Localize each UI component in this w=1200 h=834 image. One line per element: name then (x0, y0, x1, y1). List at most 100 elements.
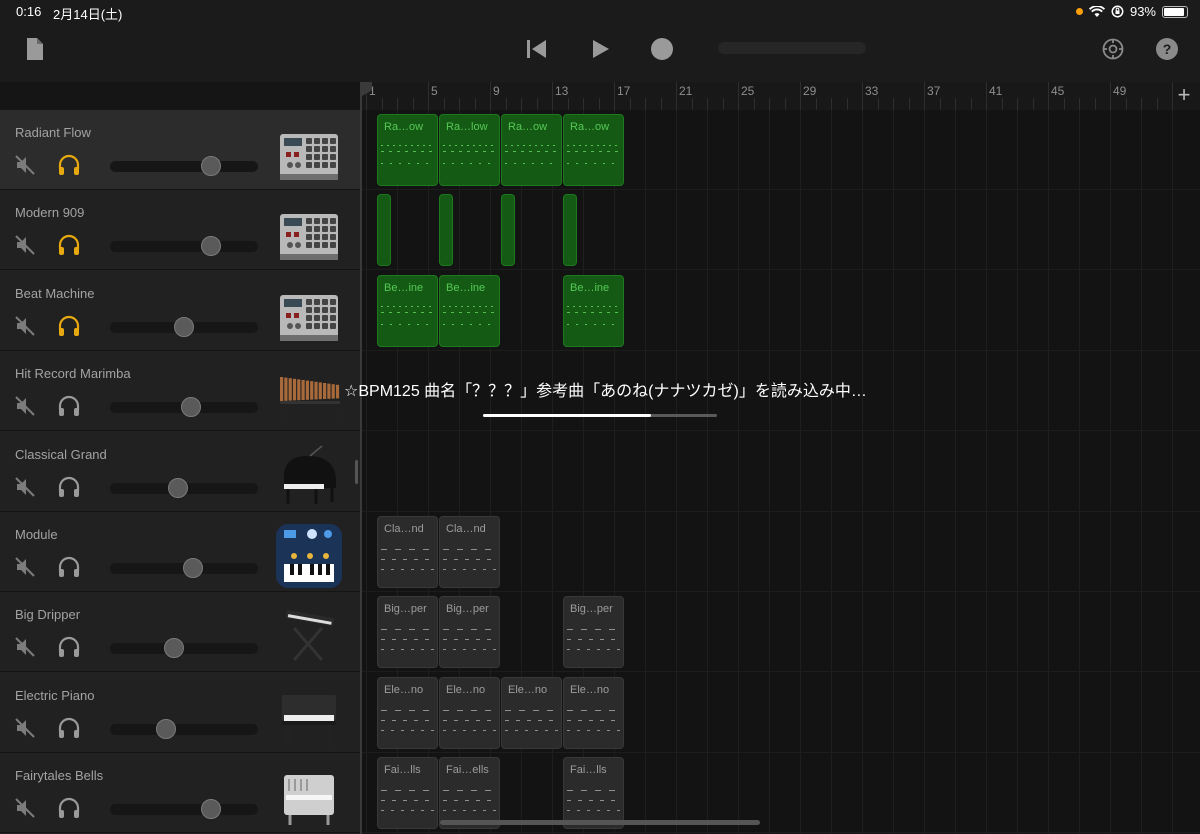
midi-region[interactable]: Ele…no (377, 676, 438, 749)
solo-headphones-icon[interactable] (57, 555, 81, 579)
playhead-position-track[interactable] (718, 42, 866, 54)
midi-region[interactable]: Be…ine (563, 274, 624, 347)
track-header[interactable]: Classical Grand (0, 431, 360, 512)
volume-slider[interactable] (110, 718, 258, 739)
track-header[interactable]: Modern 909 (0, 190, 360, 271)
ruler-bar-label: 29 (803, 84, 817, 98)
track-header[interactable]: Radiant Flow (0, 110, 360, 190)
midi-region[interactable]: Ra…low (439, 114, 500, 186)
add-track-button[interactable]: + (1172, 84, 1196, 108)
track-header[interactable]: Fairytales Bells (0, 753, 360, 834)
solo-headphones-icon[interactable] (57, 314, 81, 338)
region-label: Ra…low (446, 121, 488, 133)
track-lane[interactable]: Cla…nd Cla…nd (362, 512, 1200, 592)
track-header[interactable]: Module (0, 512, 360, 592)
solo-headphones-icon[interactable] (57, 394, 81, 418)
midi-region[interactable]: Be…ine (377, 274, 438, 347)
volume-slider[interactable] (110, 316, 258, 337)
electric-piano-icon[interactable] (276, 685, 342, 749)
mute-speaker-icon[interactable] (14, 556, 36, 578)
arrangement-area[interactable]: Ra…ow Ra…low Ra…ow Ra…ow Be…ine Be…ine Be…ine C… (362, 110, 1200, 834)
track-header[interactable]: Big Dripper (0, 592, 360, 673)
track-lane[interactable]: Ele…no Ele…no Ele…no Ele…no (362, 673, 1200, 753)
volume-slider-knob[interactable] (163, 638, 184, 659)
mute-speaker-icon[interactable] (14, 797, 36, 819)
track-lane[interactable]: Ra…ow Ra…low Ra…ow Ra…ow (362, 110, 1200, 190)
panel-resize-handle[interactable] (355, 460, 358, 484)
volume-slider[interactable] (110, 156, 258, 176)
play-icon[interactable] (590, 38, 612, 60)
midi-region[interactable]: Fai…ells (439, 757, 500, 830)
volume-slider[interactable] (110, 638, 258, 659)
midi-region[interactable]: Ele…no (501, 676, 562, 749)
rewind-icon[interactable] (525, 38, 549, 60)
mute-speaker-icon[interactable] (14, 234, 36, 256)
midi-region[interactable]: Ele…no (563, 676, 624, 749)
midi-region[interactable]: Ele…no (439, 676, 500, 749)
mute-speaker-icon[interactable] (14, 636, 36, 658)
solo-headphones-icon[interactable] (57, 475, 81, 499)
timeline-ruler[interactable]: 1 5 9 13 17 21 25 29 33 37 41 45 49 (362, 82, 1200, 111)
midi-region[interactable]: Ra…ow (377, 114, 438, 186)
volume-slider-knob[interactable] (156, 718, 177, 739)
midi-region[interactable]: Cla…nd (439, 516, 500, 588)
volume-slider[interactable] (110, 397, 258, 418)
midi-region[interactable] (377, 194, 391, 267)
mute-speaker-icon[interactable] (14, 154, 36, 176)
track-header[interactable]: Beat Machine (0, 270, 360, 351)
help-icon[interactable]: ? (1155, 37, 1179, 61)
volume-slider-knob[interactable] (168, 477, 189, 498)
midi-region[interactable]: Be…ine (439, 274, 500, 347)
keyboard-stand-icon[interactable] (276, 604, 342, 668)
midi-region[interactable]: Big…per (439, 596, 500, 669)
midi-region[interactable]: Fai…lls (377, 757, 438, 830)
celesta-icon[interactable] (276, 765, 342, 829)
midi-region[interactable] (439, 194, 453, 267)
volume-slider-knob[interactable] (200, 236, 221, 257)
solo-headphones-icon[interactable] (57, 233, 81, 257)
solo-headphones-icon[interactable] (57, 796, 81, 820)
solo-headphones-icon[interactable] (57, 153, 81, 177)
drum-machine-icon[interactable] (276, 202, 342, 266)
record-icon[interactable] (650, 37, 674, 61)
volume-slider-knob[interactable] (200, 156, 221, 176)
track-header[interactable]: Hit Record Marimba (0, 351, 360, 432)
track-lane[interactable]: Be…ine Be…ine Be…ine (362, 271, 1200, 351)
volume-slider-knob[interactable] (182, 558, 203, 578)
midi-region[interactable]: Cla…nd (377, 516, 438, 588)
solo-headphones-icon[interactable] (57, 635, 81, 659)
settings-gear-icon[interactable] (1101, 37, 1125, 61)
solo-headphones-icon[interactable] (57, 716, 81, 740)
volume-slider-knob[interactable] (200, 799, 221, 820)
battery-percentage: 93% (1129, 4, 1156, 19)
mute-speaker-icon[interactable] (14, 395, 36, 417)
drum-machine-icon[interactable] (276, 122, 342, 186)
marimba-icon[interactable] (276, 363, 342, 427)
track-header[interactable]: Electric Piano (0, 672, 360, 753)
track-lane[interactable]: Big…per Big…per Big…per (362, 592, 1200, 673)
volume-slider[interactable] (110, 477, 258, 498)
horizontal-scrollbar[interactable] (440, 820, 760, 825)
grand-piano-icon[interactable] (276, 444, 342, 508)
midi-region[interactable]: Big…per (377, 596, 438, 669)
mute-speaker-icon[interactable] (14, 717, 36, 739)
midi-region[interactable] (501, 194, 515, 267)
document-icon[interactable] (25, 37, 45, 61)
midi-region[interactable] (563, 194, 577, 267)
synth-module-icon[interactable] (276, 524, 342, 588)
midi-region[interactable]: Big…per (563, 596, 624, 669)
volume-slider[interactable] (110, 236, 258, 257)
volume-slider[interactable] (110, 558, 258, 578)
midi-region[interactable]: Fai…lls (563, 757, 624, 830)
mute-speaker-icon[interactable] (14, 476, 36, 498)
volume-slider-knob[interactable] (174, 316, 194, 337)
midi-region[interactable]: Ra…ow (501, 114, 562, 186)
track-lane[interactable] (362, 432, 1200, 512)
volume-slider[interactable] (110, 799, 258, 820)
mute-speaker-icon[interactable] (14, 315, 36, 337)
track-lane[interactable] (362, 190, 1200, 271)
volume-slider-knob[interactable] (181, 397, 202, 418)
drum-machine-icon[interactable] (276, 283, 342, 347)
status-bar: 0:16 2月14日(土) 93% (0, 0, 1200, 24)
midi-region[interactable]: Ra…ow (563, 114, 624, 186)
